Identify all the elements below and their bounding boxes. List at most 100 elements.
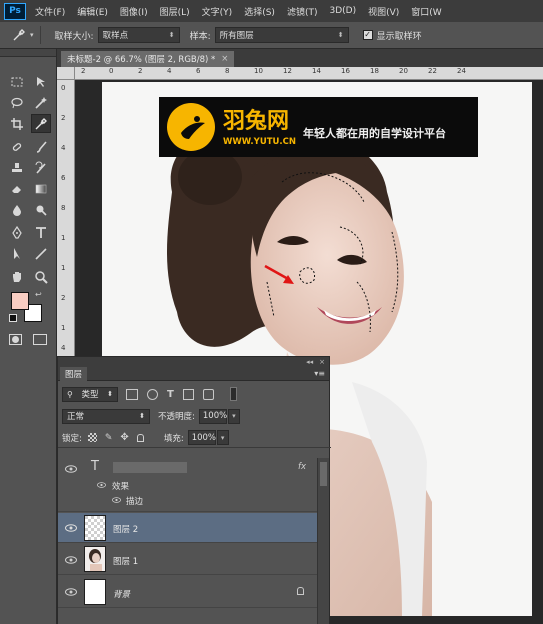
eyedropper-tool-icon[interactable] [31,114,51,133]
tool-preset-arrow-icon[interactable]: ▾ [30,31,34,39]
history-brush-tool-icon[interactable] [31,158,51,177]
hand-tool-icon[interactable] [7,267,27,286]
ruler-tick-label: 20 [399,67,408,75]
panel-title-bar[interactable]: ◂◂ × [58,357,329,367]
foreground-color-swatch[interactable] [11,292,29,310]
menu-layer[interactable]: 图层(L) [160,5,190,18]
eraser-tool-icon[interactable] [7,179,27,198]
path-selection-tool-icon[interactable] [7,244,27,263]
ruler-tick-label: 16 [341,67,350,75]
ruler-tick-label: 0 [109,67,114,75]
clone-stamp-tool-icon[interactable] [7,158,27,177]
visibility-eye-icon[interactable] [65,588,77,596]
lasso-tool-icon[interactable] [7,93,27,112]
line-tool-icon[interactable] [31,244,51,263]
zoom-tool-icon[interactable] [31,267,51,286]
type-filter-icon[interactable]: T [167,389,174,400]
blend-mode-select[interactable]: 正常 ⬍ [62,408,150,424]
adjustment-filter-icon[interactable] [147,388,158,400]
swap-colors-icon[interactable]: ↩ [35,290,42,299]
blur-tool-icon[interactable] [7,200,27,219]
layer-row-text[interactable]: T fx 效果 描边 [58,458,319,512]
lock-icon [297,587,304,595]
panel-menu-icon[interactable]: ▾≡ [314,369,325,378]
brush-tool-icon[interactable] [31,137,51,156]
pixel-filter-icon[interactable] [126,388,138,400]
menu-view[interactable]: 视图(V) [368,5,399,18]
chevron-down-icon: ⬍ [168,31,175,39]
lock-transparent-icon[interactable] [87,433,97,442]
healing-brush-tool-icon[interactable] [7,137,27,156]
opacity-slider-toggle[interactable]: ▾ [227,408,240,424]
yutu-logo-icon [167,103,215,151]
sample-select[interactable]: 所有图层 ⬍ [214,27,349,43]
ruler-origin[interactable] [57,67,75,80]
sample-size-select[interactable]: 取样点 ⬍ [97,27,180,43]
close-icon[interactable]: × [221,54,228,64]
screen-mode-icon[interactable] [33,334,47,345]
layer-row-layer-1[interactable]: 图层 1 [58,544,319,575]
type-tool-icon[interactable] [31,223,51,242]
layer-row-layer-2[interactable]: 图层 2 [58,513,319,543]
quick-mask-icon[interactable] [9,334,22,345]
layer-row-background[interactable]: 背景 [58,576,319,608]
menu-filter[interactable]: 滤镜(T) [287,5,318,18]
marquee-tool-icon[interactable] [7,72,27,91]
fill-slider-toggle[interactable]: ▾ [216,430,229,445]
ruler-tick-label: 12 [283,67,292,75]
magic-wand-tool-icon[interactable] [31,93,51,112]
menu-3d[interactable]: 3D(D) [329,6,356,16]
ruler-tick-label: 2 [138,67,143,75]
menu-file[interactable]: 文件(F) [35,5,65,18]
menu-window[interactable]: 窗口(W [411,5,441,18]
layer-name: 图层 1 [113,557,139,567]
lock-position-icon[interactable]: ✥ [120,432,128,443]
menu-select[interactable]: 选择(S) [244,5,275,18]
crop-tool-icon[interactable] [7,114,27,133]
portrait-thumbnail-icon [89,549,102,571]
ruler-tick-label: 1 [61,324,66,332]
document-tab[interactable]: 未标题-2 @ 66.7% (图层 2, RGB/8) * × [61,51,235,67]
menu-type[interactable]: 文字(Y) [202,5,233,18]
move-tool-icon[interactable] [31,72,51,91]
fill-input[interactable]: 100% [187,430,216,445]
sample-label: 样本: [189,31,211,42]
opacity-input[interactable]: 100% [198,408,227,424]
layer-name-blurred [113,462,187,473]
default-colors-icon[interactable] [9,314,17,322]
document-tab-bar: 未标题-2 @ 66.7% (图层 2, RGB/8) * × [57,49,543,67]
layer-fx-icon[interactable]: fx [298,462,306,472]
sample-size-label: 取样大小: [54,31,94,42]
show-sampling-ring-checkbox[interactable]: ✓ [362,30,373,40]
blend-mode-value: 正常 [67,412,85,422]
stroke-effect-eye-icon[interactable] [112,497,121,503]
pen-tool-icon[interactable] [7,223,27,242]
filter-toggle-icon[interactable] [229,387,237,401]
panel-tab-bar: 图层 ▾≡ [58,367,329,381]
layer-filter-select[interactable]: ⚲ 类型 ⬍ [62,386,118,402]
tab-layers[interactable]: 图层 [60,367,88,381]
visibility-eye-icon[interactable] [65,524,77,532]
smart-object-filter-icon[interactable] [202,388,214,400]
visibility-eye-icon[interactable] [65,465,77,473]
visibility-eye-icon[interactable] [65,556,77,564]
collapse-panel-icon[interactable]: ◂◂ [306,358,313,366]
ruler-tick-label: 6 [196,67,201,75]
eyedropper-tool-preset-icon[interactable] [8,27,30,43]
ruler-tick-label: 22 [428,67,437,75]
menu-edit[interactable]: 编辑(E) [77,5,108,18]
lock-all-icon[interactable] [136,433,144,442]
horizontal-ruler[interactable]: 2 0 2 4 6 8 10 12 14 16 18 20 22 24 [75,67,543,80]
effects-visibility-eye-icon[interactable] [97,482,106,488]
scrollbar-thumb[interactable] [320,462,327,486]
toolbox-handle[interactable] [0,49,56,57]
shape-filter-icon[interactable] [182,388,194,400]
lock-image-icon[interactable]: ✎ [105,433,113,443]
ruler-tick-label: 1 [61,234,66,242]
menu-image[interactable]: 图像(I) [120,5,148,18]
ruler-tick-label: 18 [370,67,379,75]
close-panel-icon[interactable]: × [319,358,325,366]
dodge-tool-icon[interactable] [31,200,51,219]
layers-scrollbar[interactable] [317,458,329,624]
gradient-tool-icon[interactable] [31,179,51,198]
